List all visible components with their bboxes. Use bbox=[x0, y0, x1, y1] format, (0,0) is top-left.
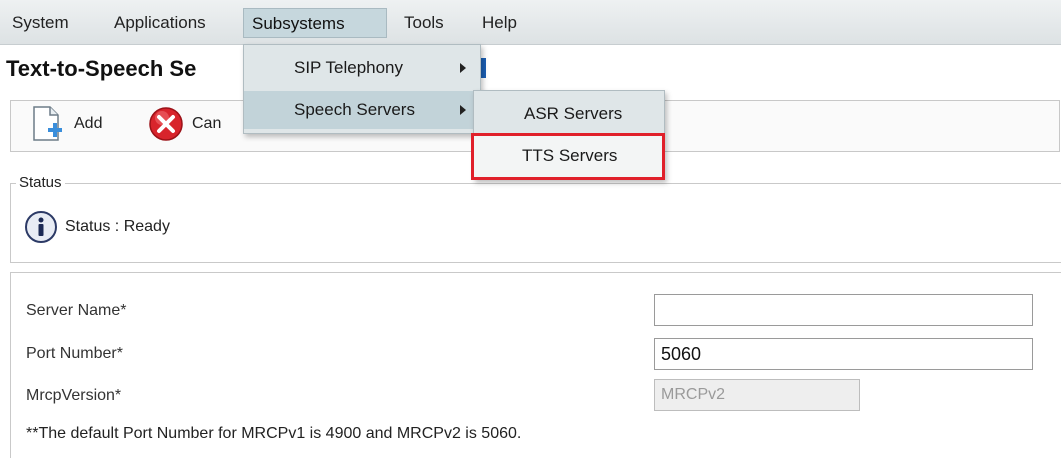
sip-telephony-label: SIP Telephony bbox=[294, 58, 404, 77]
menu-item-sip-telephony[interactable]: SIP Telephony bbox=[244, 49, 480, 87]
cancel-icon bbox=[149, 107, 183, 141]
speech-servers-label: Speech Servers bbox=[294, 100, 415, 119]
port-number-label: Port Number* bbox=[26, 345, 123, 362]
mrcp-version-input bbox=[654, 379, 860, 411]
server-name-label: Server Name* bbox=[26, 302, 127, 319]
menu-subsystems[interactable]: Subsystems bbox=[243, 8, 387, 38]
menu-help[interactable]: Help bbox=[474, 8, 525, 38]
port-note: **The default Port Number for MRCPv1 is … bbox=[26, 425, 522, 442]
menubar: System Applications Subsystems Tools Hel… bbox=[0, 0, 1061, 45]
add-button[interactable]: Add bbox=[30, 104, 102, 144]
subsystems-dropdown: SIP Telephony Speech Servers bbox=[243, 44, 481, 134]
add-label: Add bbox=[74, 115, 103, 132]
status-legend: Status bbox=[16, 174, 65, 191]
menu-applications[interactable]: Applications bbox=[106, 8, 214, 38]
menu-tools[interactable]: Tools bbox=[396, 8, 452, 38]
port-number-input[interactable] bbox=[654, 338, 1033, 370]
asr-servers-label: ASR Servers bbox=[524, 104, 623, 123]
info-icon bbox=[25, 211, 57, 243]
submenu-arrow-icon bbox=[460, 63, 466, 73]
menu-system[interactable]: System bbox=[4, 8, 77, 38]
status-line: Status : Ready bbox=[24, 210, 170, 244]
status-text: Status : Ready bbox=[65, 218, 170, 235]
menu-item-tts-servers[interactable]: TTS Servers bbox=[471, 133, 665, 180]
tts-servers-label: TTS Servers bbox=[522, 146, 618, 165]
add-document-icon bbox=[33, 106, 62, 141]
menu-item-asr-servers[interactable]: ASR Servers bbox=[474, 93, 664, 135]
server-name-input[interactable] bbox=[654, 294, 1033, 326]
submenu-arrow-icon bbox=[460, 105, 466, 115]
cancel-button[interactable]: Can bbox=[148, 104, 221, 144]
cancel-label: Can bbox=[192, 115, 222, 132]
menu-item-speech-servers[interactable]: Speech Servers bbox=[244, 91, 480, 129]
mrcp-version-label: MrcpVersion* bbox=[26, 387, 122, 404]
page-title: Text-to-Speech Se bbox=[6, 56, 197, 81]
